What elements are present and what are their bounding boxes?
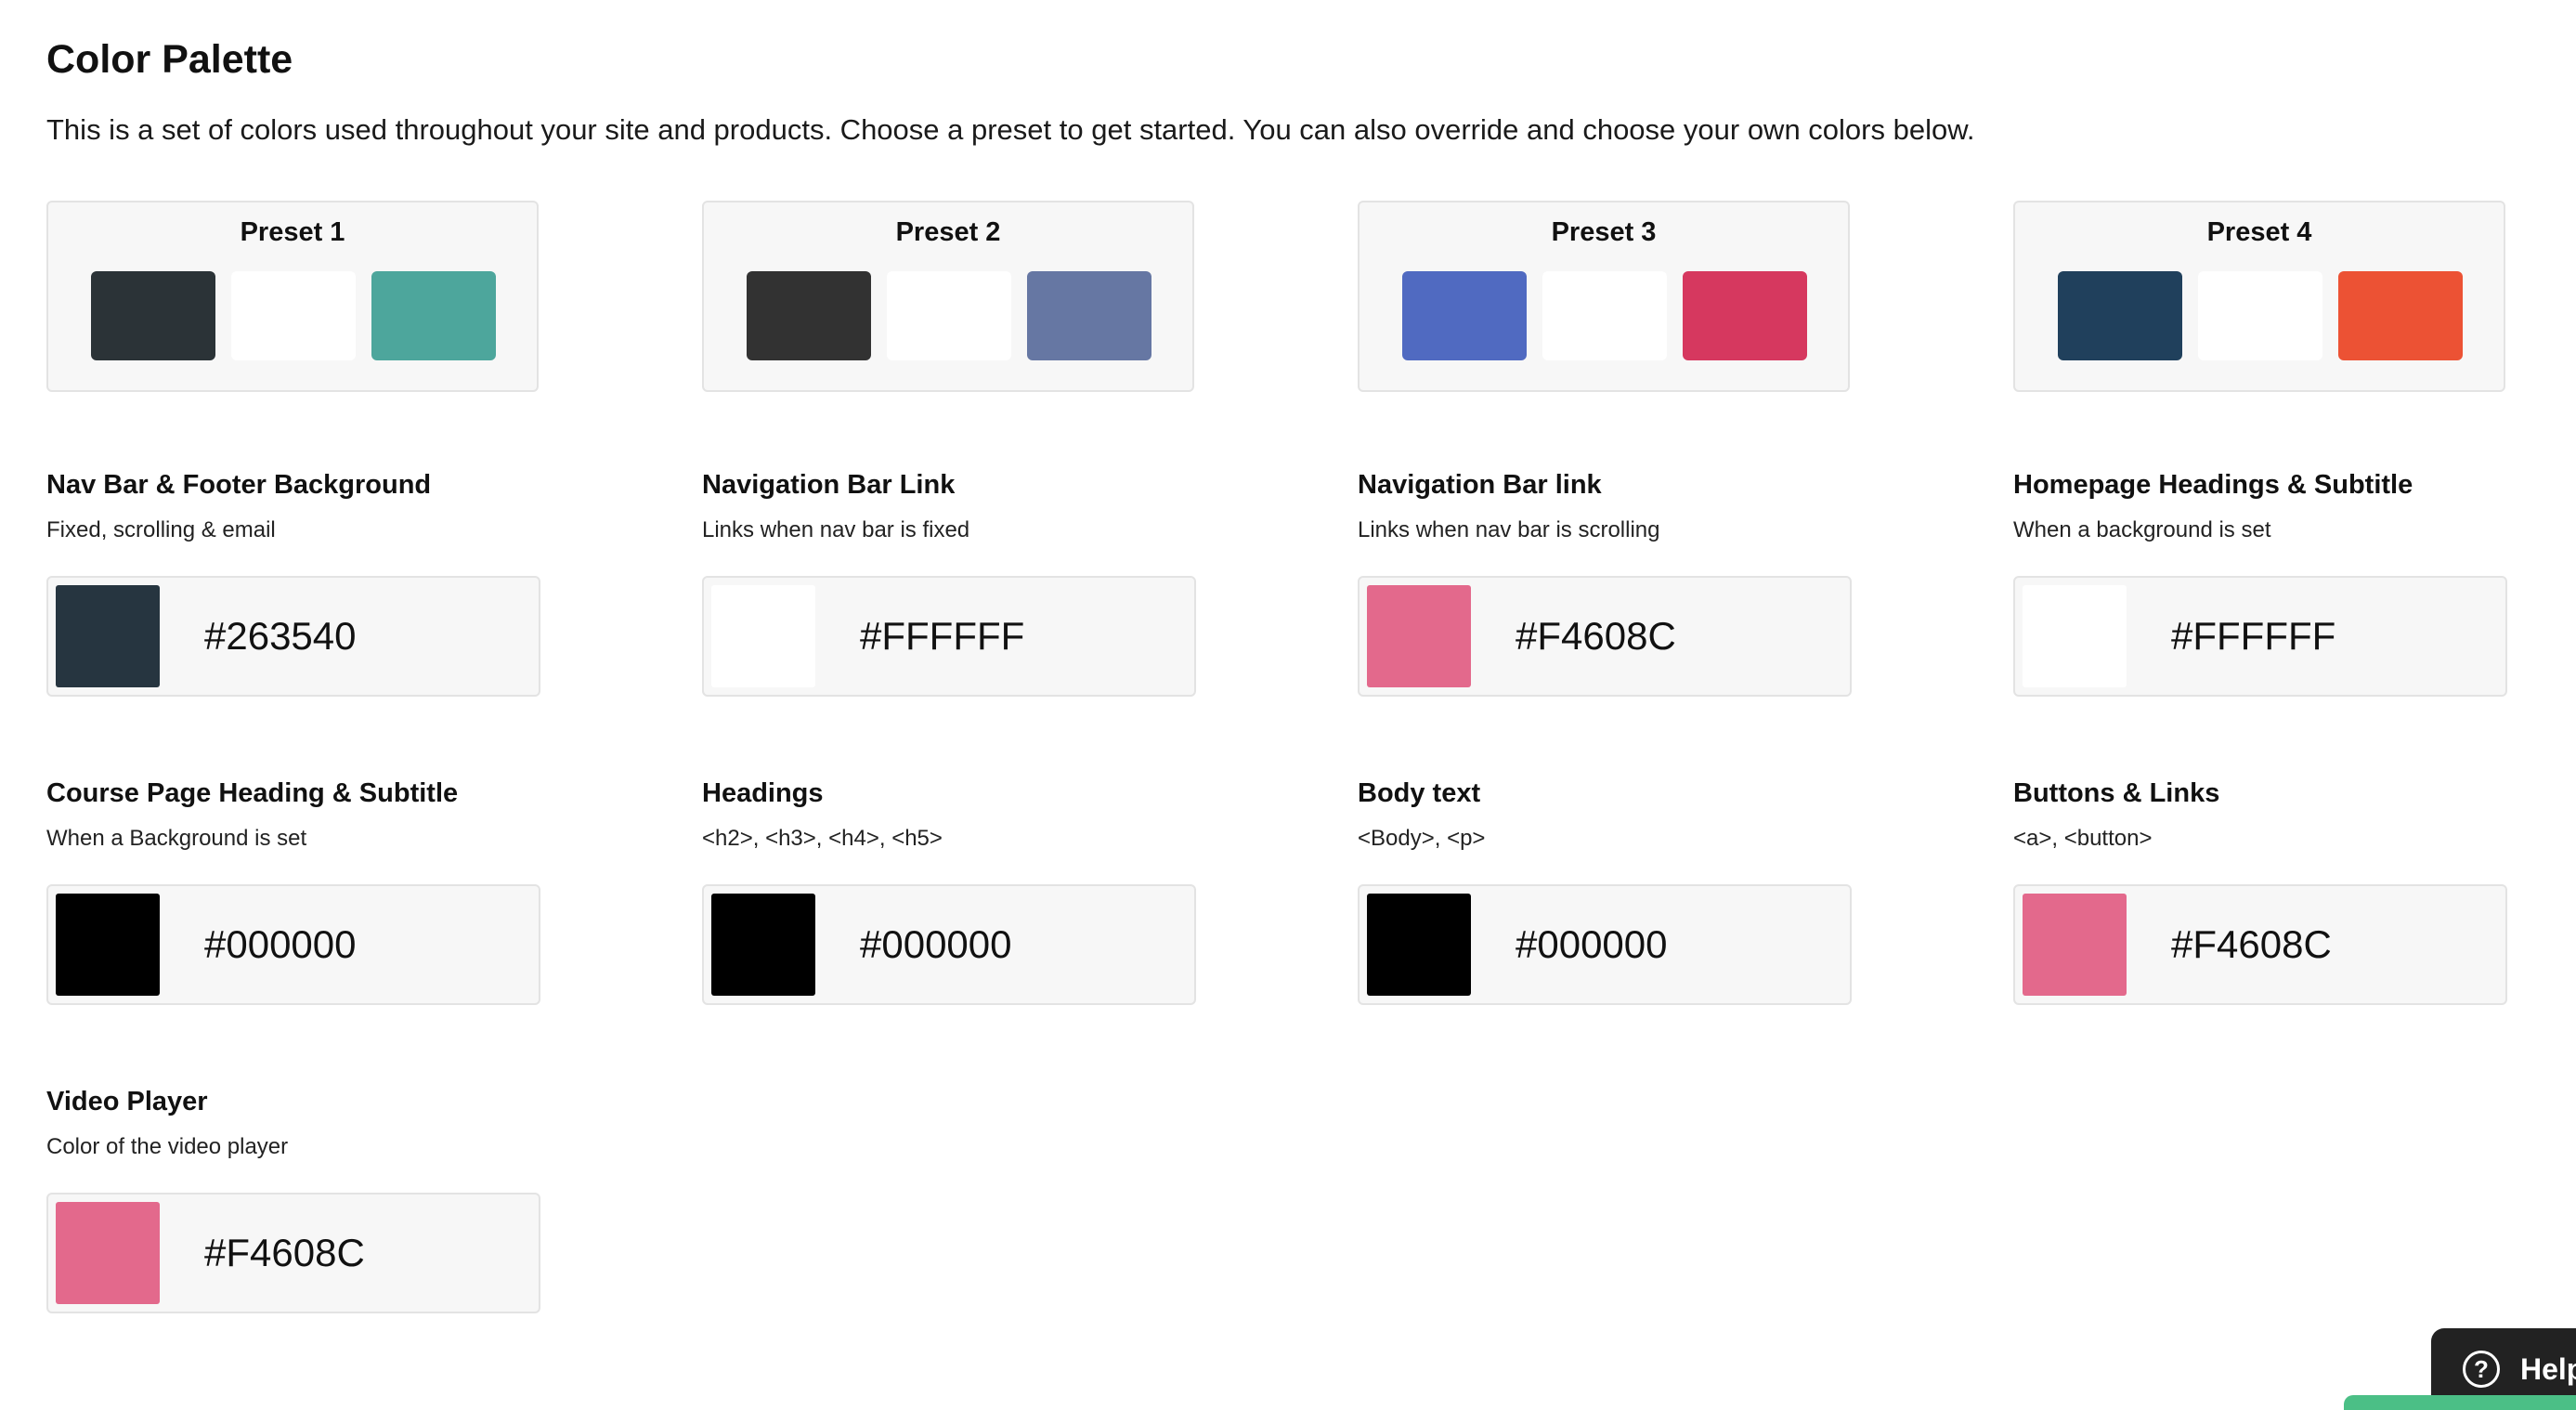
preset-swatch-secondary: [231, 271, 356, 360]
field-label: Body text: [1358, 778, 1481, 808]
color-input[interactable]: #F4608C: [46, 1193, 540, 1313]
field-label: Navigation Bar link: [1358, 470, 1602, 500]
field-label: Headings: [702, 778, 824, 808]
color-input[interactable]: #000000: [702, 884, 1196, 1005]
preset-card-3[interactable]: Preset 3: [1358, 201, 1850, 392]
field-buttons-links: Buttons & Links <a>, <button> #F4608C: [2013, 778, 2507, 1011]
field-navigation-bar-link-fixed: Navigation Bar Link Links when nav bar i…: [702, 470, 1196, 702]
field-description: Color of the video player: [46, 1134, 289, 1159]
preset-swatches: [2058, 271, 2463, 360]
color-input[interactable]: #F4608C: [2013, 884, 2507, 1005]
page-title: Color Palette: [46, 37, 293, 82]
color-hex-value[interactable]: #F4608C: [204, 1195, 365, 1312]
preset-card-2[interactable]: Preset 2: [702, 201, 1194, 392]
color-swatch-button[interactable]: [2023, 585, 2127, 687]
preset-swatch-accent: [1683, 271, 1807, 360]
field-body-text: Body text <Body>, <p> #000000: [1358, 778, 1852, 1011]
field-description: When a Background is set: [46, 826, 307, 851]
preset-swatch-secondary: [887, 271, 1011, 360]
field-label: Homepage Headings & Subtitle: [2013, 470, 2413, 500]
color-input[interactable]: #000000: [1358, 884, 1852, 1005]
preset-card-4[interactable]: Preset 4: [2013, 201, 2505, 392]
color-swatch-button[interactable]: [711, 585, 815, 687]
field-navigation-bar-link-scrolling: Navigation Bar link Links when nav bar i…: [1358, 470, 1852, 702]
preset-swatches: [91, 271, 496, 360]
color-swatch-button[interactable]: [1367, 894, 1471, 996]
color-input[interactable]: #F4608C: [1358, 576, 1852, 697]
preset-card-1[interactable]: Preset 1: [46, 201, 539, 392]
color-hex-value[interactable]: #FFFFFF: [860, 578, 1024, 695]
field-label: Nav Bar & Footer Background: [46, 470, 432, 500]
color-swatch-button[interactable]: [2023, 894, 2127, 996]
color-input[interactable]: #FFFFFF: [702, 576, 1196, 697]
color-swatch-button[interactable]: [711, 894, 815, 996]
color-hex-value[interactable]: #000000: [1516, 886, 1668, 1003]
field-label: Video Player: [46, 1087, 208, 1116]
field-homepage-headings: Homepage Headings & Subtitle When a back…: [2013, 470, 2507, 702]
field-nav-footer-background: Nav Bar & Footer Background Fixed, scrol…: [46, 470, 540, 702]
field-description: Links when nav bar is scrolling: [1358, 517, 1660, 542]
preset-swatch-accent: [2338, 271, 2463, 360]
field-label: Course Page Heading & Subtitle: [46, 778, 459, 808]
preset-swatch-primary: [2058, 271, 2182, 360]
preset-swatch-accent: [371, 271, 496, 360]
color-swatch-button[interactable]: [56, 1202, 160, 1304]
preset-swatch-primary: [91, 271, 215, 360]
color-swatch-button[interactable]: [56, 894, 160, 996]
color-input[interactable]: #263540: [46, 576, 540, 697]
field-description: When a background is set: [2013, 517, 2271, 542]
field-course-page-heading: Course Page Heading & Subtitle When a Ba…: [46, 778, 540, 1011]
preset-swatch-primary: [1402, 271, 1527, 360]
preset-label: Preset 1: [240, 217, 345, 247]
color-hex-value[interactable]: #000000: [204, 886, 357, 1003]
field-headings: Headings <h2>, <h3>, <h4>, <h5> #000000: [702, 778, 1196, 1011]
color-hex-value[interactable]: #263540: [204, 578, 357, 695]
preset-swatch-primary: [747, 271, 871, 360]
color-input[interactable]: #000000: [46, 884, 540, 1005]
field-description: <Body>, <p>: [1358, 826, 1486, 851]
field-label: Navigation Bar Link: [702, 470, 956, 500]
preset-swatches: [747, 271, 1151, 360]
color-hex-value[interactable]: #F4608C: [1516, 578, 1676, 695]
field-description: Fixed, scrolling & email: [46, 517, 276, 542]
preset-label: Preset 2: [895, 217, 1001, 247]
field-description: <h2>, <h3>, <h4>, <h5>: [702, 826, 943, 851]
preset-swatch-secondary: [2198, 271, 2322, 360]
field-description: <a>, <button>: [2013, 826, 2153, 851]
question-circle-icon: ?: [2463, 1351, 2500, 1388]
color-hex-value[interactable]: #F4608C: [2171, 886, 2332, 1003]
preset-label: Preset 4: [2206, 217, 2312, 247]
preset-label: Preset 3: [1551, 217, 1657, 247]
color-palette-page: Color Palette This is a set of colors us…: [0, 0, 2576, 1410]
page-description: This is a set of colors used throughout …: [46, 113, 1975, 146]
preset-list: Preset 1 Preset 2 Preset 3 Preset 4: [46, 201, 2507, 392]
help-label: Help: [2520, 1352, 2576, 1386]
color-swatch-button[interactable]: [56, 585, 160, 687]
preset-swatches: [1402, 271, 1807, 360]
color-hex-value[interactable]: #FFFFFF: [2171, 578, 2335, 695]
field-label: Buttons & Links: [2013, 778, 2220, 808]
preset-swatch-secondary: [1542, 271, 1667, 360]
field-description: Links when nav bar is fixed: [702, 517, 970, 542]
field-video-player: Video Player Color of the video player #…: [46, 1087, 540, 1319]
color-input[interactable]: #FFFFFF: [2013, 576, 2507, 697]
color-swatch-button[interactable]: [1367, 585, 1471, 687]
save-button[interactable]: [2344, 1395, 2576, 1410]
preset-swatch-accent: [1027, 271, 1151, 360]
color-hex-value[interactable]: #000000: [860, 886, 1012, 1003]
